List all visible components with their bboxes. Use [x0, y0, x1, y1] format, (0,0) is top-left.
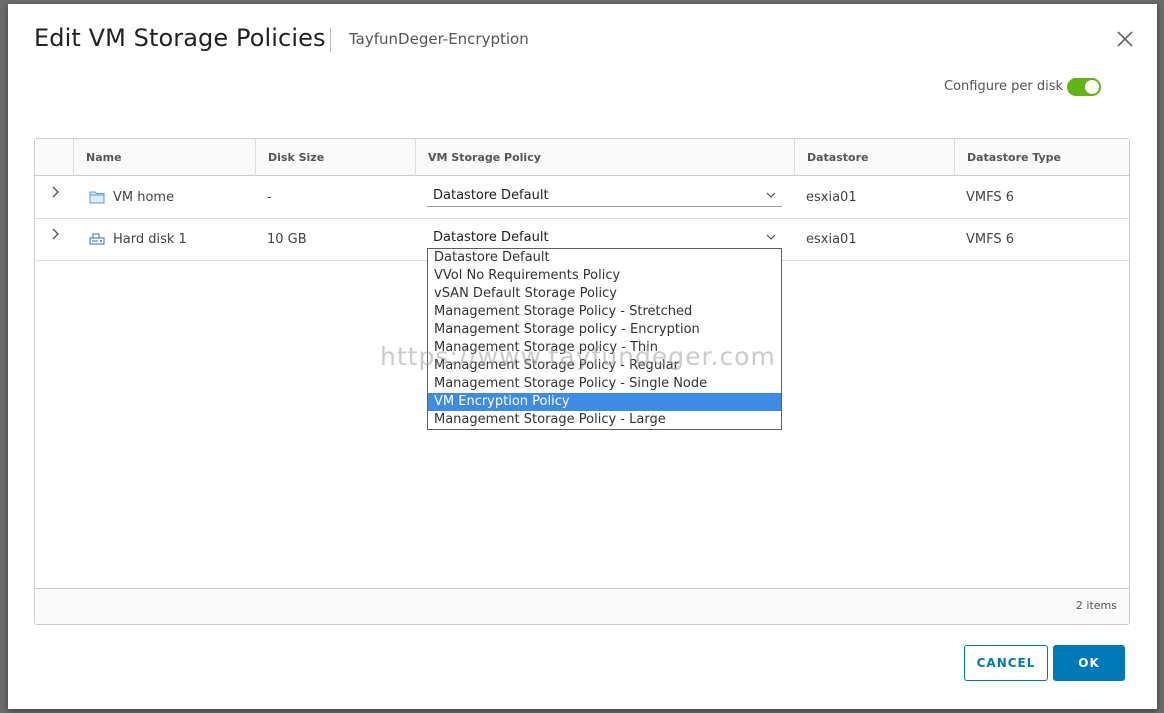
dropdown-option[interactable]: Management Storage Policy - Single Node — [428, 375, 781, 393]
select-value: Datastore Default — [433, 230, 549, 245]
column-header-disk-size[interactable]: Disk Size — [255, 139, 415, 176]
select-value: Datastore Default — [433, 188, 549, 203]
row-datastore-type: VMFS 6 — [966, 190, 1015, 205]
cancel-button[interactable]: CANCEL — [964, 645, 1048, 681]
dropdown-option[interactable]: Management Storage Policy - Regular — [428, 357, 781, 375]
row-datastore: esxia01 — [806, 190, 857, 205]
dropdown-option[interactable]: VVol No Requirements Policy — [428, 267, 781, 285]
row-disk-size: 10 GB — [267, 232, 307, 247]
dropdown-option[interactable]: Datastore Default — [428, 249, 781, 267]
column-header-datastore-type[interactable]: Datastore Type — [954, 139, 1129, 176]
close-icon[interactable] — [1114, 28, 1136, 50]
dropdown-option-highlighted[interactable]: VM Encryption Policy — [428, 393, 781, 411]
grid-footer: 2 items — [35, 588, 1129, 624]
vm-name: TayfunDeger-Encryption — [349, 30, 529, 48]
row-disk-size: - — [267, 190, 272, 205]
column-header-name[interactable]: Name — [73, 139, 255, 176]
configure-per-disk-label: Configure per disk — [944, 79, 1064, 94]
dropdown-option[interactable]: Management Storage policy - Thin — [428, 339, 781, 357]
dropdown-option[interactable]: Management Storage Policy - Stretched — [428, 303, 781, 321]
dropdown-option[interactable]: vSAN Default Storage Policy — [428, 285, 781, 303]
toggle-knob — [1085, 80, 1099, 94]
item-count: 2 items — [1075, 599, 1117, 612]
vm-storage-policy-select[interactable]: Datastore Default — [427, 229, 782, 249]
configure-per-disk-toggle[interactable] — [1067, 78, 1101, 96]
column-header-datastore[interactable]: Datastore — [794, 139, 954, 176]
edit-vm-storage-policies-dialog: Edit VM Storage Policies TayfunDeger-Enc… — [8, 4, 1157, 709]
storage-policy-dropdown-list: Datastore Default VVol No Requirements P… — [427, 248, 782, 430]
chevron-down-icon — [766, 234, 776, 240]
expand-column-header — [35, 139, 73, 176]
column-header-vm-storage-policy[interactable]: VM Storage Policy — [415, 139, 794, 176]
folder-icon — [89, 191, 105, 204]
row-datastore-type: VMFS 6 — [966, 232, 1015, 247]
dialog-title: Edit VM Storage Policies — [34, 24, 326, 52]
expand-chevron-icon[interactable] — [49, 227, 63, 241]
dropdown-option[interactable]: Management Storage Policy - Large — [428, 411, 781, 429]
ok-button[interactable]: OK — [1053, 645, 1125, 681]
dropdown-option[interactable]: Management Storage policy - Encryption — [428, 321, 781, 339]
row-name: VM home — [113, 190, 175, 205]
hard-disk-icon — [89, 233, 105, 245]
grid-header: Name Disk Size VM Storage Policy Datasto… — [35, 139, 1129, 176]
table-row: VM home - Datastore Default esxia01 VMFS… — [35, 177, 1129, 219]
row-name: Hard disk 1 — [113, 232, 187, 247]
title-divider — [330, 28, 331, 52]
chevron-down-icon — [766, 192, 776, 198]
vm-storage-policy-select[interactable]: Datastore Default — [427, 187, 782, 207]
row-datastore: esxia01 — [806, 232, 857, 247]
expand-chevron-icon[interactable] — [49, 185, 63, 199]
